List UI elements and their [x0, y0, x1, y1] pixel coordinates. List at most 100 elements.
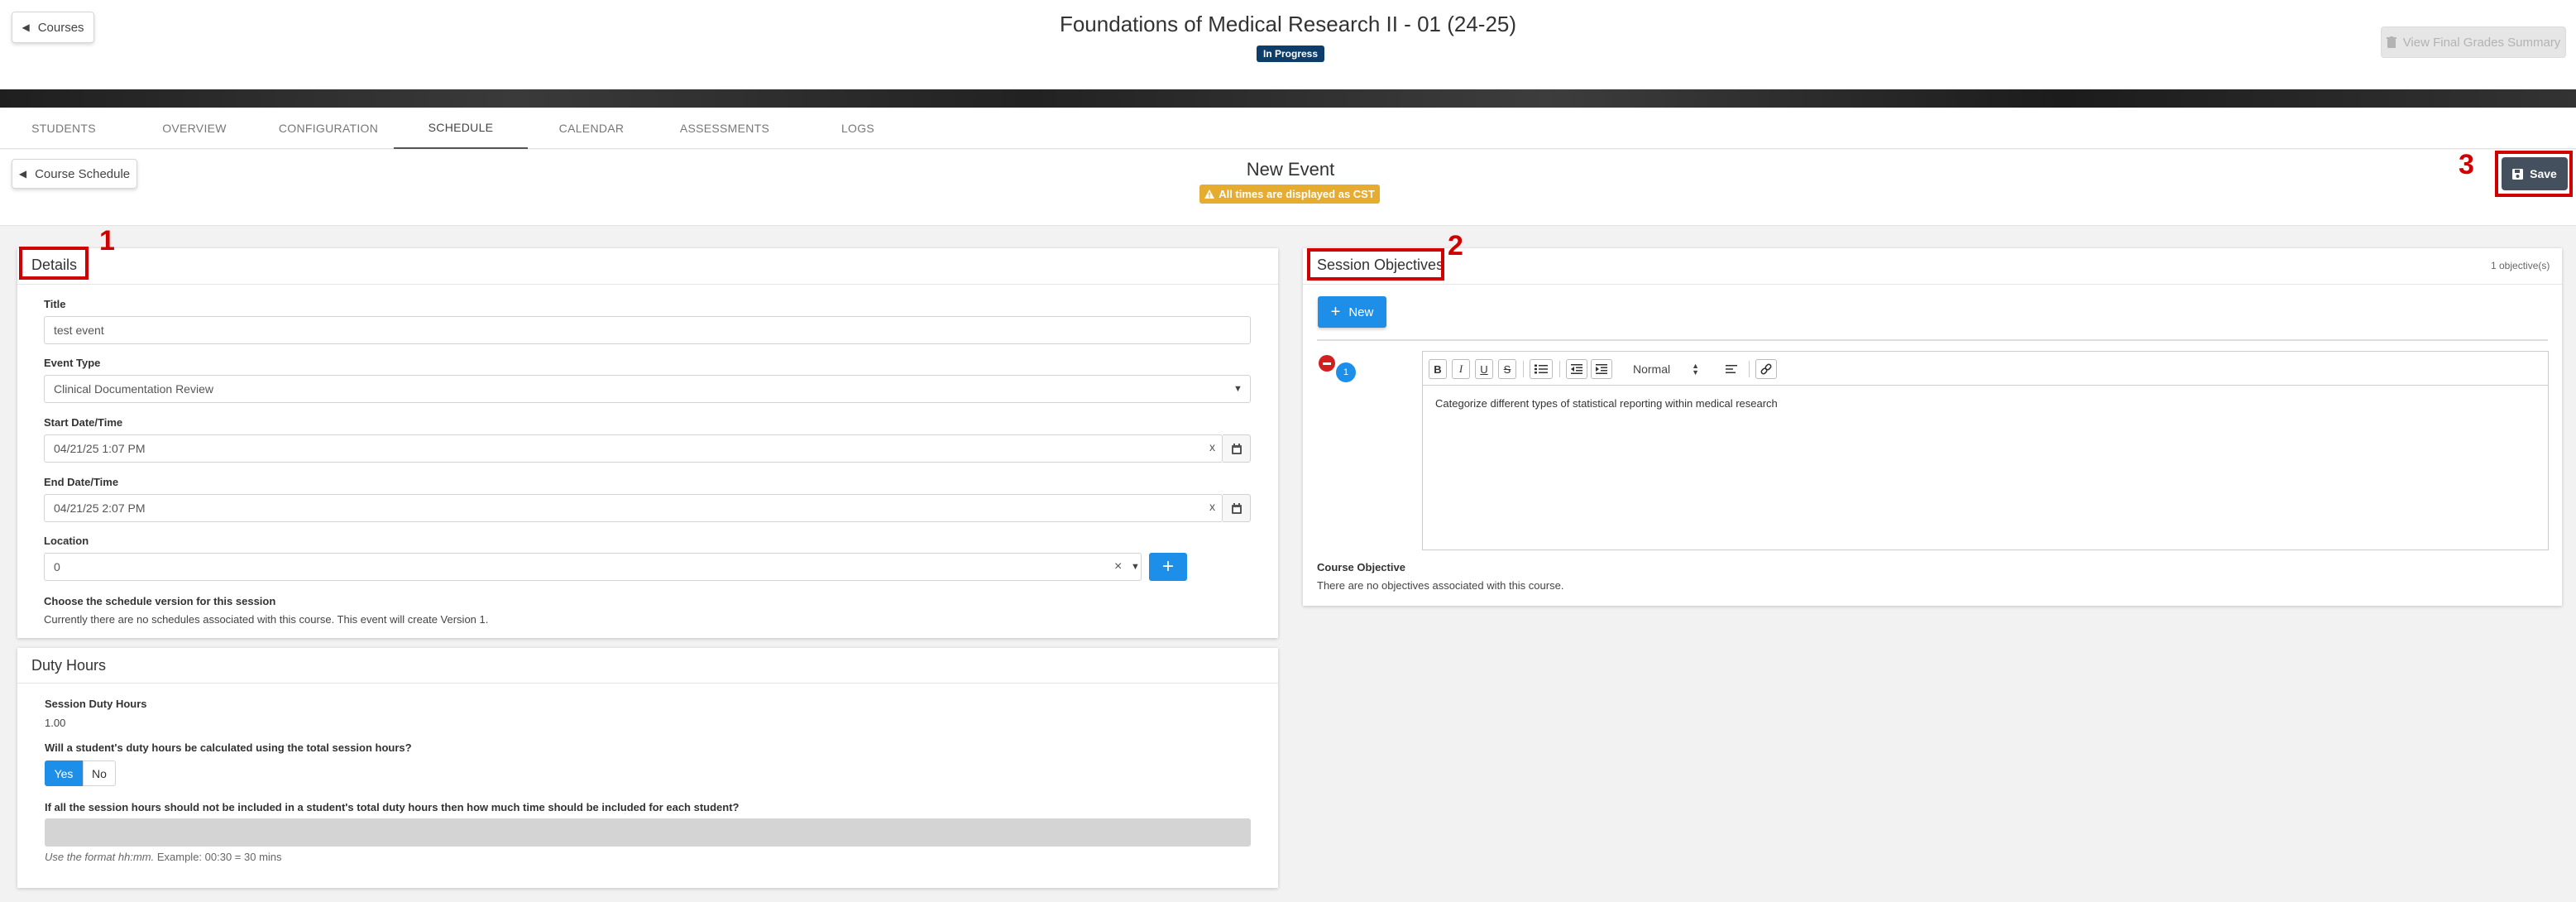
outdent-button[interactable] [1566, 359, 1587, 379]
align-button[interactable] [1721, 359, 1742, 379]
location-label: Location [44, 535, 89, 547]
strikethrough-button[interactable]: S [1498, 359, 1516, 379]
session-duty-hours-value: 1.00 [45, 717, 66, 729]
warning-icon [1204, 190, 1215, 199]
chevron-down-icon: ▼ [1233, 384, 1243, 394]
remove-objective-icon[interactable] [1319, 355, 1335, 372]
new-objective-button[interactable]: + New [1318, 296, 1386, 328]
course-title: Foundations of Medical Research II - 01 … [1059, 12, 1517, 36]
timezone-notice-badge: All times are displayed as CST [1199, 185, 1380, 204]
updown-chevron-icon: ▲ ▼ [1692, 362, 1699, 377]
annotation-number-2: 2 [1448, 230, 1463, 261]
tab-overview[interactable]: OVERVIEW [149, 108, 240, 149]
start-calendar-button[interactable] [1223, 434, 1251, 463]
tab-configuration[interactable]: CONFIGURATION [273, 108, 384, 149]
annotation-number-3: 3 [2459, 149, 2474, 180]
partial-duty-hours-question: If all the session hours should not be i… [45, 801, 740, 813]
end-datetime-input[interactable]: 04/21/25 2:07 PM [44, 494, 1223, 522]
underline-button[interactable]: U [1475, 359, 1493, 379]
text-style-select[interactable]: Normal ▲ ▼ [1630, 359, 1702, 379]
text-style-value: Normal [1633, 362, 1671, 376]
duty-hours-question: Will a student's duty hours be calculate… [45, 741, 412, 754]
ordered-list-icon [1535, 364, 1548, 374]
start-datetime-label: Start Date/Time [44, 416, 123, 429]
courses-back-button[interactable]: ◀ Courses [12, 12, 94, 43]
new-objective-label: New [1348, 305, 1374, 319]
toolbar-separator [1559, 361, 1560, 377]
courses-back-label: Courses [37, 20, 84, 35]
plus-icon: + [1330, 302, 1341, 321]
link-button[interactable] [1755, 359, 1777, 379]
course-banner [0, 89, 2576, 108]
italic-button[interactable]: I [1452, 359, 1470, 379]
tab-bar: STUDENTS OVERVIEW CONFIGURATION SCHEDULE… [0, 108, 2576, 149]
duty-hours-yes-toggle[interactable]: Yes [45, 760, 83, 786]
course-schedule-back-label: Course Schedule [35, 166, 131, 181]
view-final-grades-label: View Final Grades Summary [2402, 35, 2561, 50]
editor-toolbar: B I U S Normal ▲ ▼ [1423, 352, 2548, 386]
indent-icon [1596, 364, 1607, 374]
objective-count: 1 objective(s) [2491, 260, 2550, 271]
end-calendar-button[interactable] [1223, 494, 1251, 522]
toolbar-separator [1749, 361, 1750, 377]
clear-start-icon[interactable]: x [1209, 440, 1215, 453]
chevron-down-icon: ▼ [1131, 562, 1140, 572]
tab-logs[interactable]: LOGS [827, 108, 888, 149]
course-objective-label: Course Objective [1317, 561, 1405, 573]
objective-text[interactable]: Categorize different types of statistica… [1435, 397, 1778, 410]
session-duty-hours-label: Session Duty Hours [45, 698, 147, 710]
course-objective-text: There are no objectives associated with … [1317, 579, 1564, 592]
tab-assessments[interactable]: ASSESSMENTS [673, 108, 776, 149]
location-select[interactable]: 0 [44, 553, 1142, 581]
toolbar-separator [1523, 361, 1524, 377]
timezone-notice-text: All times are displayed as CST [1219, 188, 1375, 200]
caret-left-icon: ◀ [18, 168, 27, 180]
format-hint-italic: Use the format hh:mm. [45, 851, 155, 863]
duty-hours-no-toggle[interactable]: No [83, 760, 116, 786]
schedule-version-label: Choose the schedule version for this ses… [44, 595, 276, 607]
tab-schedule[interactable]: SCHEDULE [394, 108, 528, 149]
event-type-value: Clinical Documentation Review [54, 382, 213, 396]
ordered-list-button[interactable] [1530, 359, 1553, 379]
calendar-icon [1231, 502, 1242, 514]
save-button[interactable]: Save [2502, 157, 2568, 190]
outdent-icon [1571, 364, 1582, 374]
duty-hours-format-hint: Use the format hh:mm. Example: 00:30 = 3… [45, 851, 282, 863]
bold-button[interactable]: B [1429, 359, 1447, 379]
tab-calendar[interactable]: CALENDAR [546, 108, 637, 149]
session-objectives-title: Session Objectives [1317, 257, 1444, 273]
details-divider [17, 284, 1278, 285]
save-label: Save [2530, 167, 2557, 180]
floppy-disk-icon [2512, 168, 2524, 180]
objective-number-badge: 1 [1336, 362, 1356, 382]
caret-left-icon: ◀ [22, 22, 30, 33]
course-schedule-back-button[interactable]: ◀ Course Schedule [12, 159, 137, 189]
indent-button[interactable] [1591, 359, 1612, 379]
session-objectives-divider [1303, 284, 2562, 285]
duty-hours-divider [17, 683, 1278, 684]
clear-location-icon[interactable]: × [1114, 559, 1122, 574]
format-hint-example: Example: 00:30 = 30 mins [156, 851, 282, 863]
status-badge: In Progress [1257, 46, 1324, 62]
clear-end-icon[interactable]: x [1209, 500, 1215, 513]
link-icon [1760, 363, 1772, 375]
objective-rich-text-editor[interactable]: B I U S Normal ▲ ▼ Categorize different t… [1422, 351, 2549, 550]
plus-icon: + [1161, 555, 1174, 578]
title-input[interactable]: test event [44, 316, 1251, 344]
event-type-label: Event Type [44, 357, 101, 369]
end-datetime-label: End Date/Time [44, 476, 119, 488]
objectives-rule [1317, 339, 2548, 341]
event-type-select[interactable]: Clinical Documentation Review [44, 375, 1251, 403]
view-final-grades-button[interactable]: View Final Grades Summary [2381, 26, 2566, 58]
start-datetime-input[interactable]: 04/21/25 1:07 PM [44, 434, 1223, 463]
tab-students[interactable]: STUDENTS [18, 108, 109, 149]
details-card: Details Title test event Event Type Clin… [17, 248, 1278, 638]
details-title: Details [31, 257, 78, 273]
schedule-version-text: Currently there are no schedules associa… [44, 613, 489, 626]
partial-duty-hours-input [45, 818, 1251, 847]
duty-hours-title: Duty Hours [31, 657, 107, 674]
calendar-icon [1231, 443, 1242, 454]
add-location-button[interactable]: + [1149, 553, 1187, 581]
trash-icon [2386, 36, 2396, 48]
page-title: New Event [1246, 159, 1335, 180]
